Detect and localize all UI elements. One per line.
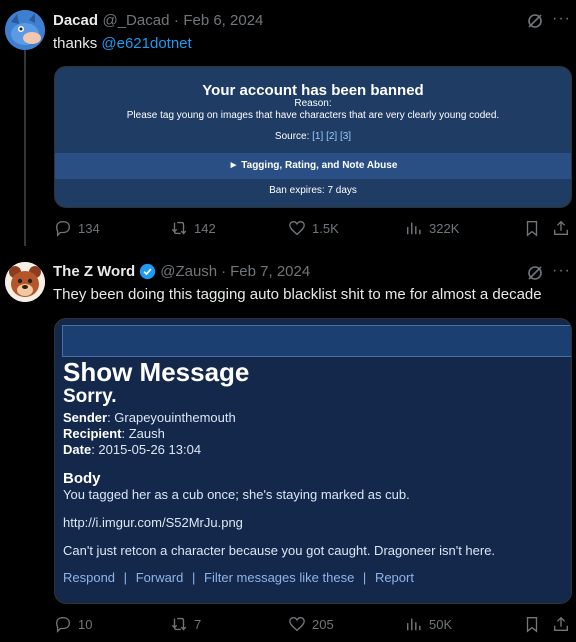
- analytics-icon: [406, 618, 421, 631]
- reason-label: Reason:: [294, 98, 332, 109]
- repost-button[interactable]: 142: [170, 219, 216, 237]
- respond-link: Respond: [63, 570, 116, 585]
- tweet-text: thanks @e621dotnet: [53, 35, 192, 52]
- repost-count: 142: [194, 220, 216, 236]
- views-button[interactable]: 50K: [405, 615, 452, 633]
- like-count: 1.5K: [312, 220, 339, 236]
- grok-icon[interactable]: [526, 264, 544, 287]
- handle[interactable]: @Zaush: [160, 263, 217, 280]
- timestamp[interactable]: Feb 7, 2024: [230, 263, 310, 280]
- repost-button[interactable]: 7: [170, 615, 201, 633]
- like-button[interactable]: 205: [288, 615, 334, 633]
- heart-icon: [289, 617, 305, 632]
- bookmark-icon[interactable]: [523, 615, 541, 638]
- timestamp[interactable]: Feb 6, 2024: [183, 12, 263, 29]
- view-count: 322K: [429, 220, 460, 236]
- filter-link: Filter messages like these: [204, 570, 355, 585]
- reply-icon: [56, 617, 70, 633]
- embedded-image[interactable]: Your account has been banned Reason: Ple…: [54, 66, 572, 208]
- date-label: Date: [63, 442, 92, 457]
- body-heading: Body: [63, 470, 101, 487]
- avatar[interactable]: [5, 262, 45, 302]
- recipient-field: Recipient: Zaush: [63, 426, 165, 441]
- separator-dot: ·: [221, 263, 227, 280]
- message-subject: Sorry.: [63, 386, 117, 407]
- mention-link[interactable]: @e621dotnet: [101, 35, 191, 52]
- source-link: [1]: [312, 131, 324, 142]
- forward-link: Forward: [135, 570, 184, 585]
- source-link: [3]: [339, 131, 352, 142]
- header-bar: [62, 325, 571, 357]
- message-footer: Respond | Forward | Filter messages like…: [63, 570, 414, 585]
- message-url: http://i.imgur.com/S52MrJu.png: [63, 515, 243, 530]
- tweet-text: They been doing this tagging auto blackl…: [53, 286, 542, 303]
- ban-title: Your account has been banned: [202, 82, 424, 99]
- like-button[interactable]: 1.5K: [288, 219, 339, 237]
- reply-count: 134: [78, 220, 100, 236]
- avatar[interactable]: [5, 10, 45, 50]
- reply-icon: [56, 221, 70, 237]
- separator-dot: ·: [173, 12, 179, 29]
- report-link: Report: [374, 570, 414, 585]
- share-icon[interactable]: [552, 615, 570, 638]
- recipient-label: Recipient: [63, 426, 122, 441]
- bookmark-icon[interactable]: [523, 219, 541, 242]
- more-icon[interactable]: ···: [552, 262, 571, 280]
- heart-icon: [289, 221, 305, 236]
- recipient-value: : Zaush: [121, 426, 165, 441]
- message-heading: Show Message: [63, 357, 250, 387]
- view-count: 50K: [429, 616, 453, 632]
- repost-count: 7: [194, 616, 202, 632]
- display-name[interactable]: Dacad: [53, 12, 98, 29]
- grok-icon[interactable]: [526, 12, 544, 35]
- ban-expires: Ban expires: 7 days: [269, 185, 357, 196]
- like-count: 205: [312, 616, 334, 632]
- date-value: : 2015-05-26 13:04: [91, 442, 202, 457]
- verified-badge-icon: [140, 263, 156, 280]
- handle[interactable]: @_Dacad: [102, 12, 169, 29]
- sender-label: Sender: [63, 410, 108, 425]
- reply-button[interactable]: 134: [54, 219, 100, 237]
- share-icon[interactable]: [552, 219, 570, 242]
- tweet-header: The Z Word @Zaush · Feb 7, 2024: [53, 263, 310, 280]
- sender-field: Sender: Grapeyouinthemouth: [63, 410, 236, 425]
- repost-icon: [171, 617, 187, 632]
- reply-button[interactable]: 10: [54, 615, 92, 633]
- footer-separator: |: [192, 570, 196, 585]
- source-link: [2]: [326, 131, 338, 142]
- avatar-bear-icon: [5, 262, 45, 302]
- analytics-icon: [406, 222, 421, 235]
- avatar-dragon-icon: [5, 10, 45, 50]
- footer-separator: |: [362, 570, 367, 585]
- footer-separator: |: [123, 570, 128, 585]
- tweet-header: Dacad @_Dacad · Feb 6, 2024: [53, 12, 263, 30]
- sender-value: : Grapeyouinthemouth: [107, 410, 236, 425]
- display-name[interactable]: The Z Word: [53, 263, 135, 280]
- repost-icon: [171, 221, 187, 236]
- source-label: Source:: [274, 131, 310, 142]
- thread-line: [24, 50, 26, 246]
- tweet-text-prefix: thanks: [53, 35, 102, 52]
- message-line: Can't just retcon a character because yo…: [63, 543, 496, 558]
- date-field: Date: 2015-05-26 13:04: [63, 442, 201, 457]
- source-line: Source: [1] [2] [3]: [55, 131, 571, 142]
- views-button[interactable]: 322K: [405, 219, 459, 237]
- abuse-category: ► Tagging, Rating, and Note Abuse: [55, 153, 571, 179]
- more-icon[interactable]: ···: [552, 10, 571, 28]
- reason-text: Please tag young on images that have cha…: [126, 110, 500, 121]
- reply-count: 10: [78, 616, 93, 632]
- message-line: You tagged her as a cub once; she's stay…: [63, 487, 410, 502]
- embedded-image[interactable]: Show Message Sorry. Sender: Grapeyouinth…: [54, 318, 572, 604]
